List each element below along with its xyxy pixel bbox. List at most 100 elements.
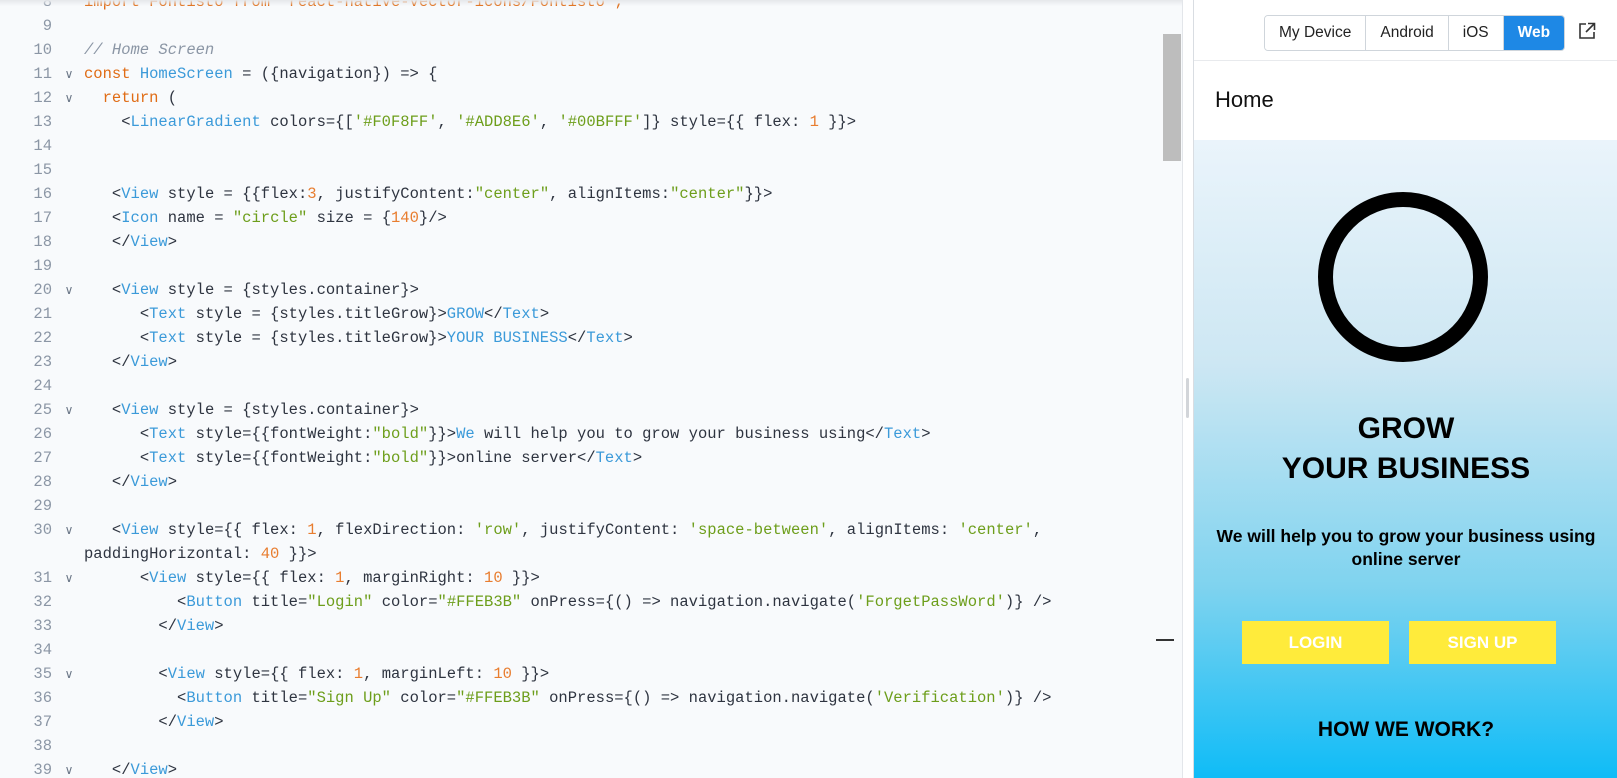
code-token: "#FFEB3B" [437,593,522,611]
code-token: > [214,713,224,731]
code-token: View [167,665,205,683]
code-line[interactable]: 39 ∨ </View> [0,758,1160,778]
code-line[interactable]: 10 // Home Screen [0,38,1160,62]
code-token: > [214,617,224,635]
fold-chevron-icon[interactable]: ∨ [62,278,76,302]
code-token: </ [84,617,178,635]
code-token: '#00BFFF' [558,113,643,131]
line-number: 32 [33,593,52,611]
code-line[interactable]: 9 [0,14,1160,38]
code-line[interactable]: 24 [0,374,1160,398]
line-number: 10 [33,41,52,59]
code-token: YOUR BUSINESS [446,329,568,347]
code-token: style = {styles.container}> [158,281,419,299]
code-line[interactable]: 20 ∨ <View style = {styles.container}> [0,278,1160,302]
code-line[interactable]: 17 <Icon name = "circle" size = {140}/> [0,206,1160,230]
code-token: , alignItems: [549,185,671,203]
code-token: color= [372,593,438,611]
code-token: Button [186,593,243,611]
code-token: Text [586,329,624,347]
open-external-icon[interactable] [1578,22,1596,40]
line-number: 26 [33,425,52,443]
code-token: "#FFEB3B" [456,689,540,707]
code-line[interactable]: 11 ∨ const HomeScreen = ({navigation}) => … [0,62,1160,86]
pane-splitter[interactable] [1186,378,1189,418]
fold-chevron-icon[interactable]: ∨ [62,662,76,686]
line-number: 25 [33,401,52,419]
preview-pane: My Device Android iOS Web Home GROW YOUR… [1193,0,1617,778]
code-line[interactable]: 19 [0,254,1160,278]
code-token: title= [242,593,308,611]
code-line[interactable]: 30 ∨ <View style={{ flex: 1, flexDirectio… [0,518,1160,566]
code-token: </ [84,713,178,731]
fold-chevron-icon[interactable]: ∨ [62,86,76,110]
code-line[interactable]: 22 <Text style = {styles.titleGrow}>YOUR… [0,326,1160,350]
code-line[interactable]: 28 </View> [0,470,1160,494]
code-line[interactable]: 27 <Text style={{fontWeight:"bold"}}>onl… [0,446,1160,470]
code-token: 40 [260,545,280,563]
code-token: 10 [493,665,512,683]
code-lines[interactable]: 8import Fontisto from 'react-native-vect… [0,0,1160,778]
tab-android[interactable]: Android [1366,16,1449,50]
tab-web[interactable]: Web [1503,16,1565,50]
code-line[interactable]: 35 ∨ <View style={{ flex: 1, marginLeft: … [0,662,1160,686]
code-token: "bold" [372,425,429,443]
code-token: > [167,233,178,251]
code-text: <View style = {{flex:3, justifyContent:"… [84,182,1159,206]
code-line[interactable]: 34 [0,638,1160,662]
code-line[interactable]: 26 <Text style={{fontWeight:"bold"}}>We … [0,422,1160,446]
line-number: 22 [33,329,52,347]
code-text: <LinearGradient colors={['#F0F8FF', '#AD… [84,110,1159,134]
code-token: "Login" [307,593,373,611]
signup-button[interactable]: SIGN UP [1409,621,1556,664]
minimize-icon[interactable] [1156,639,1174,641]
fold-chevron-icon[interactable]: ∨ [62,518,76,542]
code-text: <View style={{ flex: 1, flexDirection: '… [84,518,1159,566]
code-token: 1 [307,521,317,539]
code-token: }/> [418,209,447,227]
fold-chevron-icon[interactable]: ∨ [62,62,76,86]
line-number: 33 [33,617,52,635]
line-number: 16 [33,185,52,203]
code-line[interactable]: 25 ∨ <View style = {styles.container}> [0,398,1160,422]
code-line[interactable]: 12 ∨ return ( [0,86,1160,110]
code-line[interactable]: 16 <View style = {{flex:3, justifyConten… [0,182,1160,206]
code-editor[interactable]: 8import Fontisto from 'react-native-vect… [0,0,1183,778]
code-token: 3 [307,185,317,203]
code-token: = ({navigation}) => { [232,65,438,83]
code-line[interactable]: 29 [0,494,1160,518]
code-line[interactable]: 15 [0,158,1160,182]
code-line[interactable]: 13 <LinearGradient colors={['#F0F8FF', '… [0,110,1160,134]
line-number: 21 [33,305,52,323]
code-token: , marginRight: [344,569,485,587]
header-title: Home [1215,87,1274,112]
code-text: <View style={{ flex: 1, marginLeft: 10 }… [84,662,1159,686]
code-line[interactable]: 21 <Text style = {styles.titleGrow}>GROW… [0,302,1160,326]
code-token: View [130,761,168,778]
tab-ios[interactable]: iOS [1448,16,1504,50]
code-token: style = {styles.titleGrow}> [186,329,447,347]
code-line[interactable]: 33 </View> [0,614,1160,638]
code-line[interactable]: 14 [0,134,1160,158]
fold-chevron-icon[interactable]: ∨ [62,398,76,422]
login-button[interactable]: LOGIN [1242,621,1389,664]
fold-chevron-icon[interactable]: ∨ [62,758,76,778]
code-line[interactable]: 23 </View> [0,350,1160,374]
code-token: will help you to grow your business usin… [474,425,884,443]
code-token: We [456,425,475,443]
code-text: const HomeScreen = ({navigation}) => { [84,62,1159,86]
title-grow: GROW [1357,412,1455,445]
code-line[interactable]: 18 </View> [0,230,1160,254]
fold-chevron-icon[interactable]: ∨ [62,566,76,590]
code-line[interactable]: 37 </View> [0,710,1160,734]
code-token: // Home Screen [84,41,215,59]
editor-scrollbar-thumb[interactable] [1163,34,1181,161]
code-line[interactable]: 36 <Button title="Sign Up" color="#FFEB3… [0,686,1160,710]
code-line[interactable]: 31 ∨ <View style={{ flex: 1, marginRight:… [0,566,1160,590]
code-line[interactable]: 38 [0,734,1160,758]
code-token: style={{fontWeight: [186,425,373,443]
code-text: <View style = {styles.container}> [84,398,1159,422]
code-text: <Text style = {styles.titleGrow}>YOUR BU… [84,326,1159,350]
tab-my-device[interactable]: My Device [1265,16,1367,50]
code-line[interactable]: 32 <Button title="Login" color="#FFEB3B"… [0,590,1160,614]
